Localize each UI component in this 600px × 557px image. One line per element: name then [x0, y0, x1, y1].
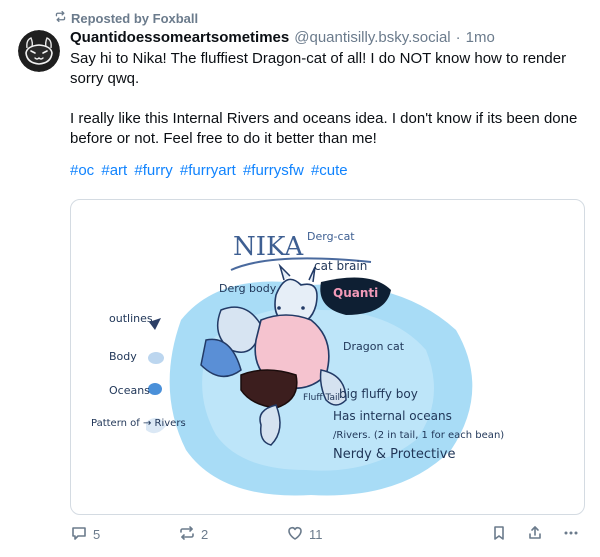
repost-icon — [54, 10, 67, 26]
art-title-sub: Derg-cat — [307, 230, 355, 243]
artwork-drawing: NIKA Derg-cat cat brain Derg body Quanti… — [91, 230, 504, 496]
art-oceans: Oceans — [109, 384, 150, 397]
avatar[interactable] — [18, 30, 60, 72]
bookmark-button[interactable] — [490, 524, 508, 545]
art-title: NIKA — [233, 232, 304, 262]
art-pattern: Pattern of → Rivers — [91, 418, 186, 429]
repost-count: 2 — [201, 527, 209, 542]
hashtag-link[interactable]: #furryart — [180, 162, 236, 179]
hashtag-link[interactable]: #cute — [311, 162, 348, 179]
bookmark-icon — [490, 524, 508, 545]
art-internal-line1: Has internal oceans — [333, 409, 452, 423]
reply-icon — [70, 524, 88, 545]
post-timestamp[interactable]: 1mo — [466, 29, 495, 46]
repost-indicator[interactable]: Reposted by Foxball — [54, 10, 198, 26]
post-actions: 5 2 11 — [70, 524, 590, 546]
hashtag-link[interactable]: #furry — [134, 162, 172, 179]
post-content: Quantidoessomeartsometimes @quantisilly.… — [70, 29, 590, 181]
hashtag-link[interactable]: #art — [101, 162, 127, 179]
art-internal-line2: /Rivers. (2 in tail, 1 for each bean) — [333, 430, 504, 441]
more-options-button[interactable] — [562, 524, 580, 545]
post-image[interactable]: NIKA Derg-cat cat brain Derg body Quanti… — [70, 199, 585, 515]
repost-button[interactable]: 2 — [178, 524, 208, 545]
art-derg-body: Derg body — [219, 282, 277, 295]
reply-count: 5 — [93, 527, 101, 542]
post-header: Quantidoessomeartsometimes @quantisilly.… — [70, 29, 590, 46]
ellipsis-icon — [562, 524, 580, 545]
repost-label: Reposted by Foxball — [71, 10, 199, 26]
post-text: Say hi to Nika! The fluffiest Dragon-cat… — [70, 49, 590, 149]
post-paragraph: I really like this Internal Rivers and o… — [70, 110, 578, 147]
art-fluffy-boy: big fluffy boy — [339, 387, 418, 401]
meta-separator: · — [455, 29, 461, 46]
share-icon — [526, 524, 544, 545]
hashtag-link[interactable]: #furrysfw — [243, 162, 304, 179]
art-dragon-cat: Dragon cat — [343, 340, 405, 353]
hashtag-link[interactable]: #oc — [70, 162, 94, 179]
art-quanti: Quanti — [333, 286, 378, 300]
reply-button[interactable]: 5 — [70, 524, 100, 545]
author-handle[interactable]: @quantisilly.bsky.social — [294, 29, 450, 46]
like-count: 11 — [309, 527, 323, 542]
like-button[interactable]: 11 — [286, 524, 323, 545]
art-fluff-tail: Fluff Tail — [303, 393, 340, 403]
post-paragraph: Say hi to Nika! The fluffiest Dragon-cat… — [70, 50, 567, 87]
art-cat-brain: cat brain — [314, 259, 367, 273]
art-nerdy: Nerdy & Protective — [333, 447, 455, 462]
hashtag-list: #oc #art #furry #furryart #furrysfw #cut… — [70, 161, 590, 181]
art-body: Body — [109, 350, 137, 363]
repost-icon — [178, 524, 196, 545]
share-button[interactable] — [526, 524, 544, 545]
art-outlines: outlines — [109, 312, 153, 325]
author-display-name[interactable]: Quantidoessomeartsometimes — [70, 29, 289, 46]
heart-icon — [286, 524, 304, 545]
